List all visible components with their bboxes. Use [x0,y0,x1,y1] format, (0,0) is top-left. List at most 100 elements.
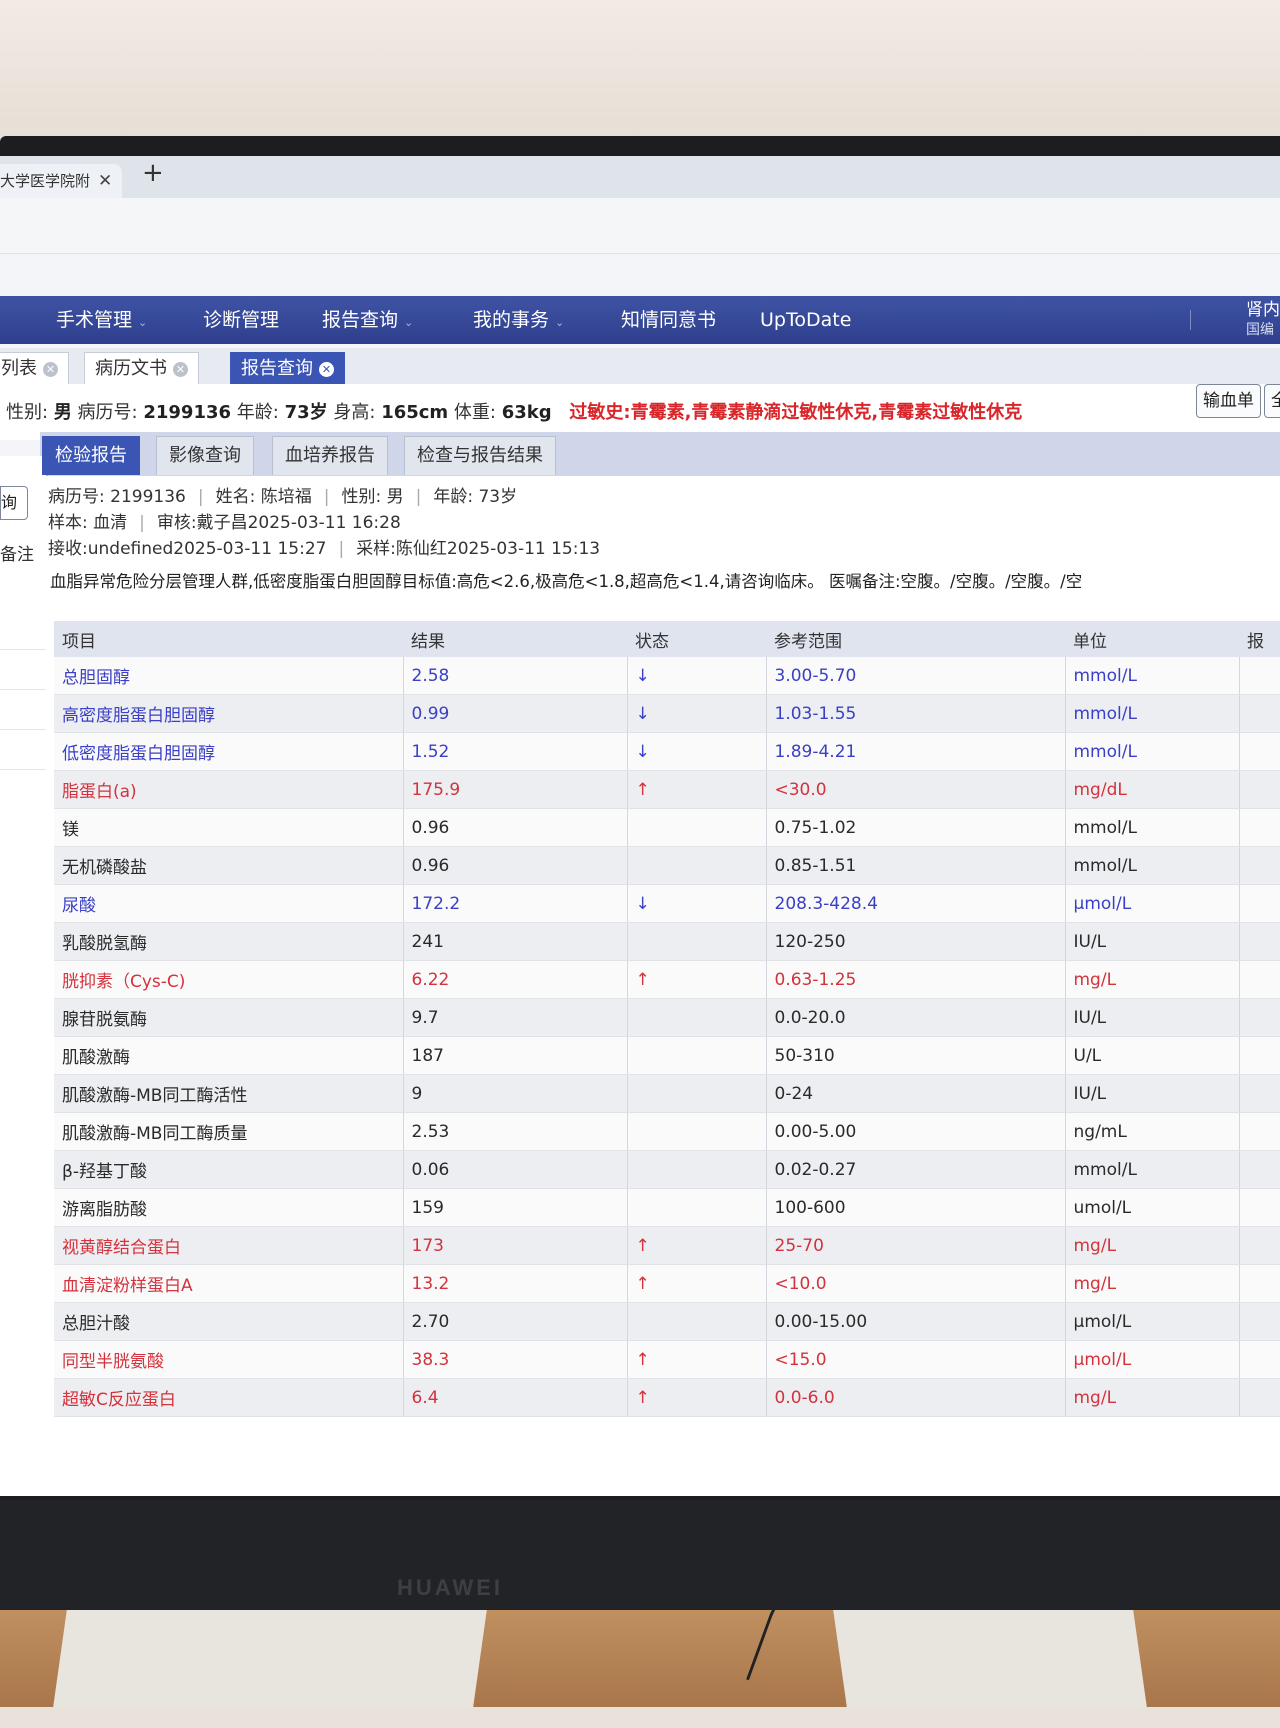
cell-result: 173 [403,1226,628,1265]
table-row[interactable]: 乳酸脱氢酶 241 120-250 IU/L [54,922,1280,961]
col-header-item[interactable]: 项目 [54,621,403,657]
table-row[interactable]: 总胆固醇 2.58 ↓ 3.00-5.70 mmol/L [54,657,1280,695]
close-icon[interactable]: ✕ [173,361,188,377]
monitor-brand-logo: HUAWEI [397,1575,503,1600]
height-label: 身高: [333,402,376,423]
tab-label: 列表 [1,358,37,379]
transfusion-button[interactable]: 输血单 [1196,384,1261,418]
nav-item-diagnosis[interactable]: 诊断管理 [203,296,285,344]
table-row[interactable]: 脂蛋白(a) 175.9 ↑ <30.0 mg/dL [54,770,1280,809]
table-row[interactable]: 胱抑素（Cys-C) 6.22 ↑ 0.63-1.25 mg/L [54,960,1280,999]
cell-reference-range: 0.02-0.27 [766,1150,1066,1189]
cell-reference-range: 100-600 [766,1188,1066,1227]
weight-label: 体重: [453,402,496,423]
table-row[interactable]: 低密度脂蛋白胆固醇 1.52 ↓ 1.89-4.21 mmol/L [54,732,1280,771]
nav-item-consent[interactable]: 知情同意书 [621,296,722,344]
cell-result: 1.52 [403,732,628,771]
clinical-note: 血脂异常危险分层管理人群,低密度脂蛋白胆固醇目标值:高危<2.6,极高危<1.8… [50,572,1083,591]
table-row[interactable]: 肌酸激酶-MB同工酶质量 2.53 0.00-5.00 ng/mL [54,1112,1280,1151]
lab-results-table: 项目 结果 状态 参考范围 单位 报 总胆固醇 2.58 ↓ 3.00-5.70 mmo… [54,621,1280,1417]
cell-unit: μmol/L [1065,1302,1240,1341]
tab-blood-culture[interactable]: 血培养报告 [272,436,388,475]
cell-unit: mmol/L [1065,846,1240,885]
table-row[interactable]: 游离脂肪酸 159 100-600 umol/L [54,1188,1280,1227]
browser-toolbar [0,198,1280,254]
cell-reference-range: 0.63-1.25 [766,960,1066,999]
cell-report [1239,1036,1280,1075]
cell-result: 9 [403,1074,628,1113]
remark-label: 备注 [0,545,34,565]
close-icon[interactable]: ✕ [43,361,58,377]
tab-report-query[interactable]: 报告查询 ✕ [230,352,345,385]
cell-unit: μmol/L [1065,1340,1240,1379]
table-row[interactable]: 血清淀粉样蛋白A 13.2 ↑ <10.0 mg/L [54,1264,1280,1303]
table-row[interactable]: 肌酸激酶 187 50-310 U/L [54,1036,1280,1075]
nav-item-label: 我的事务 [473,309,550,331]
record-label: 病历号: [77,402,138,423]
cell-status-arrow-icon: ↑ [627,1226,767,1265]
cell-unit: mg/dL [1065,770,1240,809]
cell-status-arrow-icon [627,846,767,885]
table-row[interactable]: 同型半胱氨酸 38.3 ↑ <15.0 μmol/L [54,1340,1280,1379]
sex-label: 性别: [6,402,49,423]
cell-unit: IU/L [1065,1074,1240,1113]
main-nav: 手术管理 ⌄ 诊断管理 报告查询 ⌄ 我的事务 ⌄ 知情同意书 UpToDate 肾内… [0,296,1280,344]
cell-reference-range: 50-310 [766,1036,1066,1075]
cell-result: 172.2 [403,884,628,923]
height-value: 165cm [381,402,449,423]
col-header-report[interactable]: 报 [1239,621,1280,657]
cell-unit: ng/mL [1065,1112,1240,1151]
close-icon[interactable]: ✕ [319,361,334,377]
tab-lab-report[interactable]: 检验报告 [42,436,140,475]
dept-sublabel: 国编 [1246,322,1274,338]
col-header-result[interactable]: 结果 [403,621,627,657]
table-row[interactable]: 超敏C反应蛋白 6.4 ↑ 0.0-6.0 mg/L [54,1378,1280,1417]
nav-item-uptodate[interactable]: UpToDate [760,296,857,344]
nav-item-surgery[interactable]: 手术管理 ⌄ [56,296,147,344]
table-row[interactable]: 总胆汁酸 2.70 0.00-15.00 μmol/L [54,1302,1280,1341]
cell-status-arrow-icon: ↑ [627,1340,767,1379]
table-row[interactable]: 镁 0.96 0.75-1.02 mmol/L [54,808,1280,847]
cell-report [1239,998,1280,1037]
tab-list[interactable]: 列表 ✕ [0,352,69,385]
user-dept[interactable]: 肾内 国编 [1246,296,1280,340]
col-header-range[interactable]: 参考范围 [766,621,1065,657]
table-row[interactable]: 视黄醇结合蛋白 173 ↑ 25-70 mg/L [54,1226,1280,1265]
browser-tab[interactable]: 大学医学院附 ✕ [0,164,122,198]
tab-exam-results[interactable]: 检查与报告结果 [404,436,556,475]
table-row[interactable]: 高密度脂蛋白胆固醇 0.99 ↓ 1.03-1.55 mmol/L [54,694,1280,733]
col-header-unit[interactable]: 单位 [1065,621,1239,657]
cell-status-arrow-icon [627,1150,767,1189]
tab-imaging[interactable]: 影像查询 [156,436,254,475]
cell-report [1239,960,1280,999]
close-icon[interactable]: ✕ [98,164,112,198]
cell-report [1239,732,1280,771]
query-button[interactable]: 询 [0,486,28,520]
cell-status-arrow-icon: ↓ [627,732,767,771]
cell-result: 175.9 [403,770,628,809]
col-header-status[interactable]: 状态 [627,621,766,657]
more-button[interactable]: 全 [1264,384,1280,418]
cell-result: 2.70 [403,1302,628,1341]
nav-item-report-query[interactable]: 报告查询 ⌄ [322,296,413,344]
cell-unit: μmol/L [1065,884,1240,923]
cell-report [1239,1150,1280,1189]
cell-result: 9.7 [403,998,628,1037]
table-row[interactable]: 腺苷脱氨酶 9.7 0.0-20.0 IU/L [54,998,1280,1037]
table-row[interactable]: β-羟基丁酸 0.06 0.02-0.27 mmol/L [54,1150,1280,1189]
cell-reference-range: 1.03-1.55 [766,694,1066,733]
new-tab-icon[interactable]: + [142,158,164,188]
cell-status-arrow-icon: ↑ [627,960,767,999]
cell-item-name: 无机磷酸盐 [54,846,404,885]
table-row[interactable]: 肌酸激酶-MB同工酶活性 9 0-24 IU/L [54,1074,1280,1113]
cell-reference-range: 0.0-20.0 [766,998,1066,1037]
cell-item-name: 乳酸脱氢酶 [54,922,404,961]
nav-item-my-tasks[interactable]: 我的事务 ⌄ [473,296,564,344]
cell-reference-range: 0.75-1.02 [766,808,1066,847]
tab-medical-records[interactable]: 病历文书 ✕ [84,352,199,385]
table-row[interactable]: 尿酸 172.2 ↓ 208.3-428.4 μmol/L [54,884,1280,923]
cell-result: 0.96 [403,846,628,885]
table-row[interactable]: 无机磷酸盐 0.96 0.85-1.51 mmol/L [54,846,1280,885]
cell-item-name: 总胆固醇 [54,657,404,695]
cell-unit: mmol/L [1065,808,1240,847]
